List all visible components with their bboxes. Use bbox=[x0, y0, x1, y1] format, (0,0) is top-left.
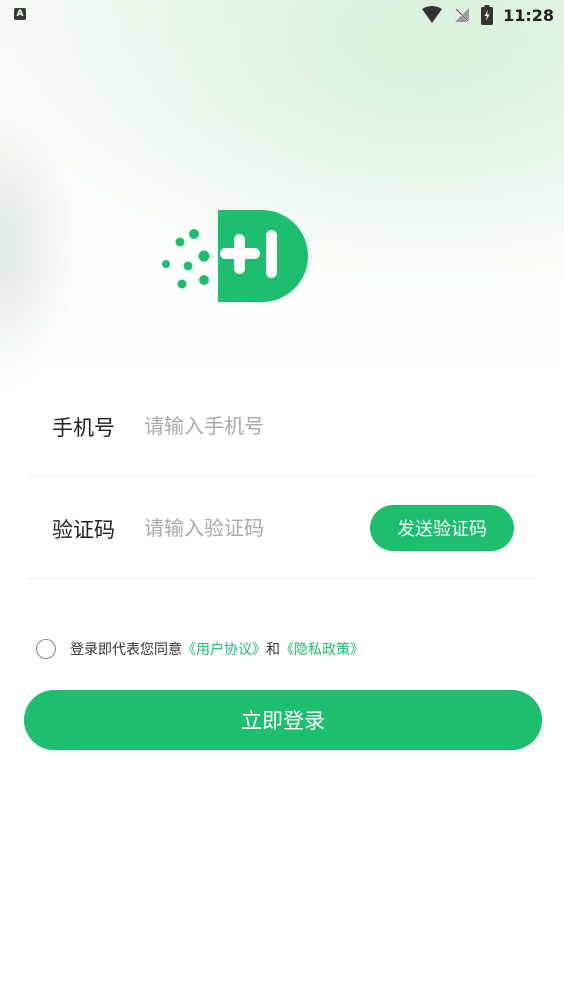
no-signal-icon bbox=[454, 7, 470, 23]
status-time: 11:28 bbox=[503, 5, 554, 25]
code-label: 验证码 bbox=[52, 518, 115, 542]
phone-input[interactable] bbox=[142, 406, 366, 446]
hero-background bbox=[0, 0, 564, 390]
login-button[interactable]: 立即登录 bbox=[24, 690, 542, 750]
agree-checkbox[interactable] bbox=[36, 639, 56, 659]
agreement-conjunction: 和 bbox=[266, 642, 280, 658]
code-row: 验证码 发送验证码 bbox=[28, 478, 536, 579]
user-agreement-link[interactable]: 《用户协议》 bbox=[182, 639, 266, 659]
wifi-icon bbox=[422, 6, 443, 23]
privacy-policy-link[interactable]: 《隐私政策》 bbox=[280, 639, 364, 659]
status-bar: A 11:28 bbox=[0, 0, 564, 30]
brand-logo-icon bbox=[162, 210, 308, 302]
app-notification-icon: A bbox=[14, 8, 26, 20]
agreement: 登录即代表您同意 《用户协议》 和 《隐私政策》 bbox=[36, 639, 364, 659]
phone-row: 手机号 bbox=[28, 376, 536, 477]
status-right: 11:28 bbox=[421, 4, 554, 26]
code-input[interactable] bbox=[142, 508, 366, 548]
battery-charging-icon bbox=[481, 5, 494, 25]
send-code-button[interactable]: 发送验证码 bbox=[370, 505, 514, 551]
phone-label: 手机号 bbox=[52, 416, 115, 440]
agreement-prefix: 登录即代表您同意 bbox=[70, 642, 182, 658]
